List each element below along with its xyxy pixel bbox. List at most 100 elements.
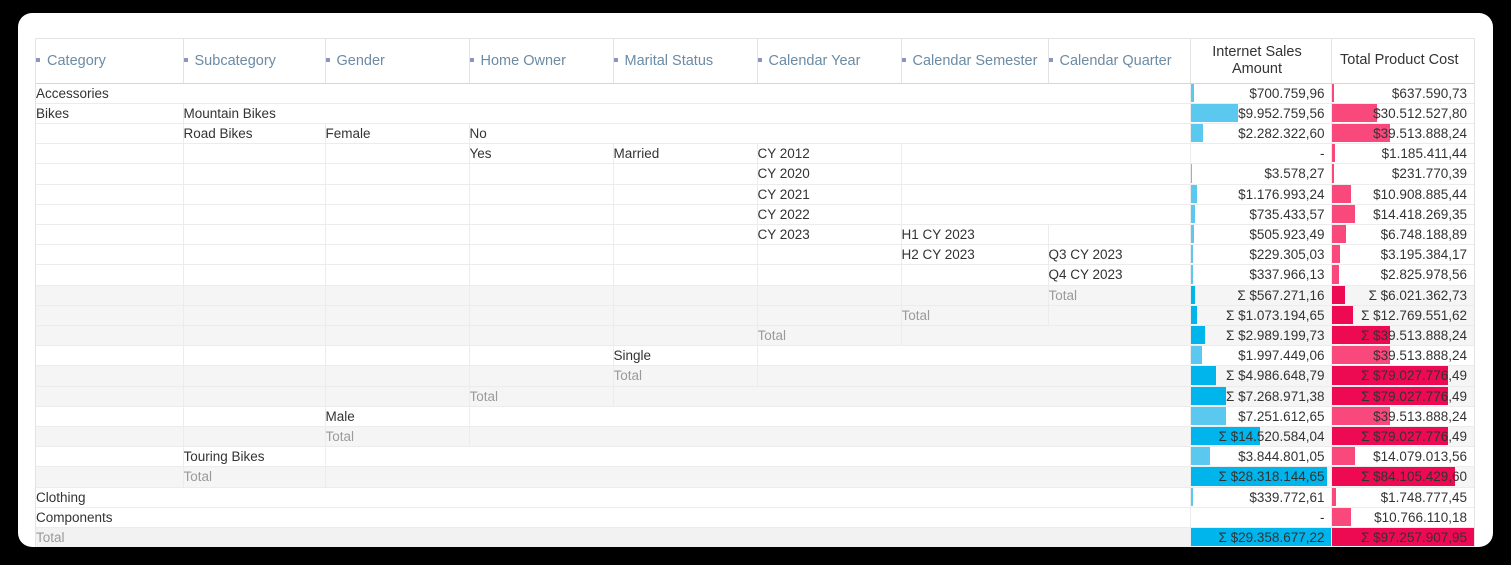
cell-measure-total-product-cost[interactable]: $10.766.110,18 xyxy=(1331,507,1474,528)
cell-measure-total-product-cost[interactable]: $30.512.527,80 xyxy=(1331,103,1474,124)
cell-dimension[interactable]: Q4 CY 2023 xyxy=(1048,264,1191,286)
table-row[interactable]: Road Bikes Female No $2.282.322,60 $39.513.8… xyxy=(36,123,1474,145)
cell-dimension[interactable]: Married xyxy=(613,143,758,165)
cell-measure-total-product-cost[interactable]: Σ $84.105.429,60 xyxy=(1331,466,1474,488)
cell-measure-total-product-cost[interactable]: Σ $12.769.551,62 xyxy=(1331,305,1474,326)
cell-dimension[interactable]: CY 2022 xyxy=(757,204,902,225)
table-row[interactable]: Yes Married CY 2012 - $1.185.411,44 xyxy=(36,143,1474,165)
column-header-category[interactable]: Category xyxy=(36,39,184,84)
cell-dimension[interactable] xyxy=(901,143,1191,165)
cell-measure-total-product-cost[interactable]: Σ $97.257.907,95 xyxy=(1331,527,1474,547)
cell-measure-internet-sales-amount[interactable]: Σ $2.989.199,73 xyxy=(1190,325,1333,347)
cell-measure-total-product-cost[interactable]: $3.195.384,17 xyxy=(1331,244,1474,266)
table-row[interactable]: CY 2020 $3.578,27 $231.770,39 xyxy=(36,163,1474,185)
cell-measure-total-product-cost[interactable]: $14.079.013,56 xyxy=(1331,446,1474,468)
cell-dimension[interactable]: Mountain Bikes xyxy=(183,103,1191,124)
table-row[interactable]: Total Σ $7.268.971,38 Σ $79.027.776,49 xyxy=(36,386,1474,407)
cell-dimension[interactable] xyxy=(469,426,1191,448)
cell-total-label[interactable]: Total xyxy=(325,426,470,448)
cell-dimension[interactable] xyxy=(757,345,1191,367)
cell-measure-total-product-cost[interactable]: $10.908.885,44 xyxy=(1331,184,1474,205)
table-row[interactable]: Total Σ $4.986.648,79 Σ $79.027.776,49 xyxy=(36,365,1474,387)
cell-measure-internet-sales-amount[interactable]: Σ $7.268.971,38 xyxy=(1190,386,1333,407)
cell-measure-internet-sales-amount[interactable]: $700.759,96 xyxy=(1190,83,1333,104)
column-header-total-product-cost[interactable]: Total Product Cost xyxy=(1331,39,1474,84)
table-row[interactable]: Bikes Mountain Bikes $9.952.759,56 $30.512.… xyxy=(36,103,1474,124)
cell-measure-total-product-cost[interactable]: Σ $79.027.776,49 xyxy=(1331,365,1474,387)
cell-measure-internet-sales-amount[interactable]: Σ $28.318.144,65 xyxy=(1190,466,1333,488)
cell-measure-internet-sales-amount[interactable]: $735.433,57 xyxy=(1190,204,1333,225)
cell-dimension[interactable] xyxy=(757,365,1191,387)
cell-dimension[interactable]: Accessories xyxy=(36,83,1191,104)
table-row[interactable]: CY 2021 $1.176.993,24 $10.908.885,44 xyxy=(36,184,1474,205)
cell-total-label[interactable]: Total xyxy=(36,527,1191,547)
cell-dimension[interactable] xyxy=(1048,305,1191,326)
column-header-calendar-quarter[interactable]: Calendar Quarter xyxy=(1048,39,1191,84)
cell-measure-internet-sales-amount[interactable]: Σ $1.073.194,65 xyxy=(1190,305,1333,326)
cell-dimension[interactable] xyxy=(901,184,1191,205)
table-row[interactable]: Single $1.997.449,06 $39.513.888,24 xyxy=(36,345,1474,367)
cell-dimension[interactable]: CY 2012 xyxy=(757,143,902,165)
table-row[interactable]: Male $7.251.612,65 $39.513.888,24 xyxy=(36,406,1474,427)
cell-dimension[interactable]: CY 2023 xyxy=(757,224,902,246)
cell-measure-internet-sales-amount[interactable]: $339.772,61 xyxy=(1190,487,1333,508)
cell-total-label[interactable]: Total xyxy=(613,365,758,387)
cell-dimension[interactable]: Single xyxy=(613,345,758,367)
table-row[interactable]: Accessories $700.759,96 $637.590,73 xyxy=(36,83,1474,104)
cell-measure-internet-sales-amount[interactable]: $1.997.449,06 xyxy=(1190,345,1333,367)
table-row[interactable]: Total Σ $2.989.199,73 Σ $39.513.888,24 xyxy=(36,325,1474,347)
cell-measure-total-product-cost[interactable]: Σ $79.027.776,49 xyxy=(1331,426,1474,448)
cell-total-label[interactable]: Total xyxy=(183,466,326,488)
cell-measure-internet-sales-amount[interactable]: $7.251.612,65 xyxy=(1190,406,1333,427)
cell-measure-internet-sales-amount[interactable]: $337.966,13 xyxy=(1190,264,1333,286)
cell-total-label[interactable]: Total xyxy=(1048,285,1191,306)
cell-measure-total-product-cost[interactable]: $6.748.188,89 xyxy=(1331,224,1474,246)
cell-dimension[interactable] xyxy=(469,406,1191,427)
cell-measure-total-product-cost[interactable]: $39.513.888,24 xyxy=(1331,406,1474,427)
table-row[interactable]: CY 2022 $735.433,57 $14.418.269,35 xyxy=(36,204,1474,225)
table-row[interactable]: Components - $10.766.110,18 xyxy=(36,507,1474,528)
cell-dimension[interactable] xyxy=(1048,224,1191,246)
cell-measure-total-product-cost[interactable]: $1.748.777,45 xyxy=(1331,487,1474,508)
table-row[interactable]: Touring Bikes $3.844.801,05 $14.079.013,56 xyxy=(36,446,1474,468)
column-header-subcategory[interactable]: Subcategory xyxy=(183,39,326,84)
cell-measure-total-product-cost[interactable]: $1.185.411,44 xyxy=(1331,143,1474,165)
cell-measure-internet-sales-amount[interactable]: $9.952.759,56 xyxy=(1190,103,1333,124)
cell-measure-total-product-cost[interactable]: Σ $79.027.776,49 xyxy=(1331,386,1474,407)
table-row[interactable]: Total Σ $14.520.584,04 Σ $79.027.776,49 xyxy=(36,426,1474,448)
table-row[interactable]: Total Σ $1.073.194,65 Σ $12.769.551,62 xyxy=(36,305,1474,326)
table-row[interactable]: Total Σ $567.271,16 Σ $6.021.362,73 xyxy=(36,285,1474,306)
cell-dimension[interactable] xyxy=(901,325,1191,347)
column-header-gender[interactable]: Gender xyxy=(325,39,470,84)
cell-dimension[interactable] xyxy=(613,386,1191,407)
cell-measure-internet-sales-amount[interactable]: $1.176.993,24 xyxy=(1190,184,1333,205)
cell-dimension[interactable] xyxy=(901,204,1191,225)
cell-measure-total-product-cost[interactable]: $2.825.978,56 xyxy=(1331,264,1474,286)
cell-dimension[interactable]: Road Bikes xyxy=(183,123,326,145)
cell-dimension[interactable] xyxy=(901,163,1191,185)
cell-total-label[interactable]: Total xyxy=(469,386,614,407)
cell-measure-internet-sales-amount[interactable]: $229.305,03 xyxy=(1190,244,1333,266)
cell-measure-internet-sales-amount[interactable]: $2.282.322,60 xyxy=(1190,123,1333,145)
cell-measure-internet-sales-amount[interactable]: Σ $567.271,16 xyxy=(1190,285,1333,306)
cell-dimension[interactable]: CY 2020 xyxy=(757,163,902,185)
table-row[interactable]: Total Σ $28.318.144,65 Σ $84.105.429,60 xyxy=(36,466,1474,488)
cell-measure-total-product-cost[interactable]: $637.590,73 xyxy=(1331,83,1474,104)
cell-dimension[interactable]: Components xyxy=(36,507,1191,528)
cell-dimension[interactable]: Bikes xyxy=(36,103,184,124)
cell-measure-total-product-cost[interactable]: Σ $6.021.362,73 xyxy=(1331,285,1474,306)
cell-measure-total-product-cost[interactable]: Σ $39.513.888,24 xyxy=(1331,325,1474,347)
cell-dimension[interactable]: H1 CY 2023 xyxy=(901,224,1049,246)
column-header-internet-sales-amount[interactable]: Internet Sales Amount xyxy=(1190,39,1333,84)
cell-dimension[interactable]: Yes xyxy=(469,143,614,165)
cell-dimension[interactable]: H2 CY 2023 xyxy=(901,244,1049,266)
cell-measure-internet-sales-amount[interactable]: $3.844.801,05 xyxy=(1190,446,1333,468)
cell-measure-internet-sales-amount[interactable]: Σ $14.520.584,04 xyxy=(1190,426,1333,448)
cell-total-label[interactable]: Total xyxy=(757,325,902,347)
cell-measure-internet-sales-amount[interactable]: $505.923,49 xyxy=(1190,224,1333,246)
cell-measure-internet-sales-amount[interactable]: Σ $29.358.677,22 xyxy=(1190,527,1333,547)
cell-measure-internet-sales-amount[interactable]: - xyxy=(1190,143,1333,165)
cell-dimension[interactable]: Clothing xyxy=(36,487,1191,508)
table-row[interactable]: Total Σ $29.358.677,22 Σ $97.257.907,95 xyxy=(36,527,1474,547)
cell-dimension[interactable]: Q3 CY 2023 xyxy=(1048,244,1191,266)
